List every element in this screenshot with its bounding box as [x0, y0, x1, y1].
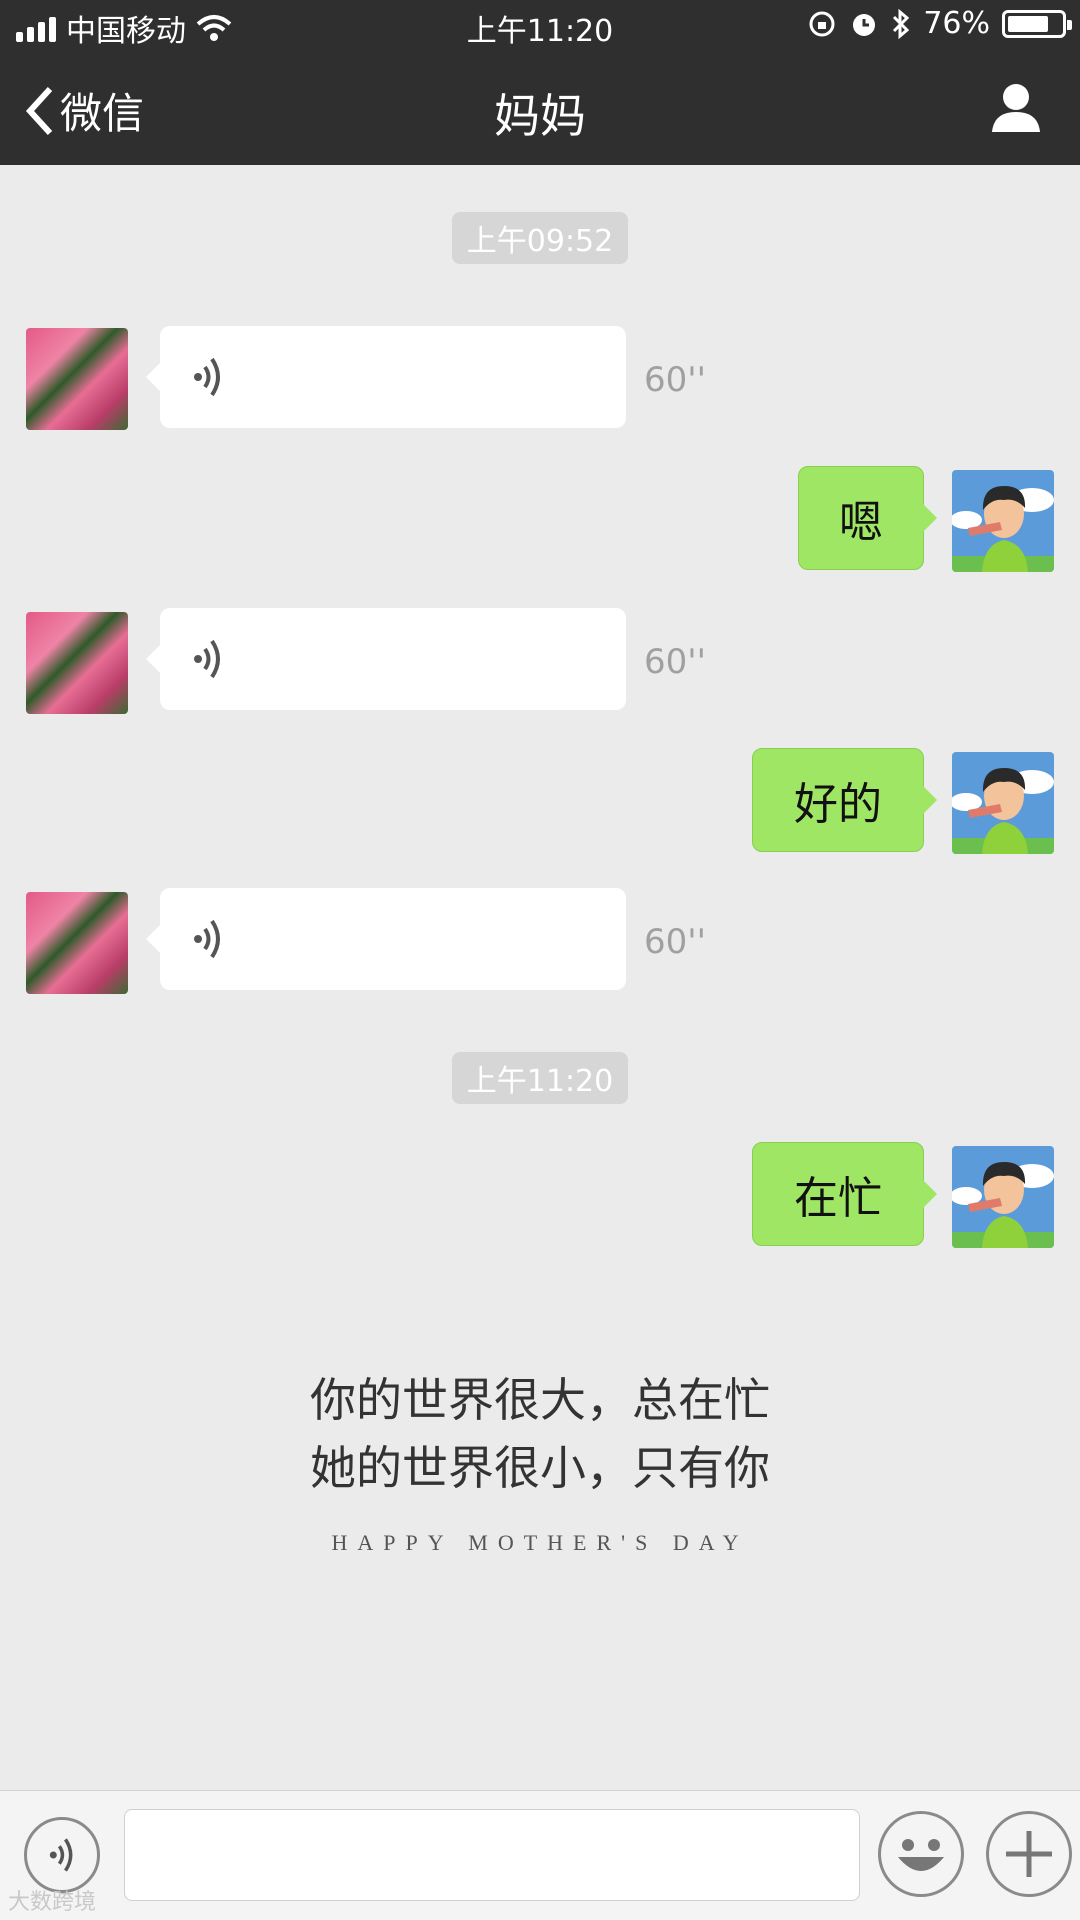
battery-icon	[1002, 9, 1072, 38]
text-message[interactable]: 在忙	[752, 1142, 937, 1246]
status-right: 76%	[807, 6, 1072, 41]
voice-duration: 60''	[644, 642, 706, 682]
person-icon[interactable]	[990, 82, 1042, 134]
avatar-me[interactable]	[952, 470, 1054, 572]
chat-title: 妈妈	[494, 89, 586, 143]
timestamp: 上午11:20	[452, 1052, 628, 1104]
voice-wave-icon	[49, 1838, 73, 1872]
battery-percent: 76%	[923, 6, 990, 41]
message-input[interactable]	[124, 1809, 860, 1901]
voice-duration: 60''	[644, 922, 706, 962]
voice-duration: 60''	[644, 360, 706, 400]
voice-wave-icon	[194, 639, 220, 679]
avatar-mom[interactable]	[26, 892, 128, 994]
input-bar	[0, 1790, 1080, 1920]
emoji-button[interactable]	[878, 1811, 964, 1897]
status-bar: 中国移动 上午11:20 76%	[0, 0, 1080, 50]
plus-button[interactable]	[986, 1811, 1072, 1897]
voice-message[interactable]	[146, 888, 626, 990]
voice-wave-icon	[194, 919, 220, 959]
voice-wave-icon	[194, 357, 220, 397]
text-message[interactable]: 好的	[752, 748, 937, 852]
smiley-icon	[898, 1839, 944, 1871]
mothers-day-motto: HAPPY MOTHER'S DAY	[331, 1530, 749, 1555]
bluetooth-icon	[893, 8, 910, 39]
voice-message[interactable]	[146, 326, 626, 428]
alarm-icon	[853, 13, 876, 36]
plus-icon	[1006, 1831, 1052, 1877]
timestamp: 上午09:52	[452, 212, 628, 264]
quote-line-2: 她的世界很小，只有你	[310, 1441, 770, 1495]
avatar-mom[interactable]	[26, 612, 128, 714]
avatar-me[interactable]	[952, 1146, 1054, 1248]
rotation-lock-icon	[809, 11, 835, 36]
watermark: 大数跨境	[8, 1890, 97, 1915]
battery-fill	[1008, 15, 1048, 32]
voice-message[interactable]	[146, 608, 626, 710]
avatar-mom[interactable]	[26, 328, 128, 430]
nav-bar: 微信 妈妈	[0, 50, 1080, 165]
text-message[interactable]: 嗯	[798, 466, 937, 570]
voice-input-button[interactable]	[24, 1817, 100, 1893]
avatar-me[interactable]	[952, 752, 1054, 854]
quote-line-1: 你的世界很大，总在忙	[310, 1373, 770, 1427]
